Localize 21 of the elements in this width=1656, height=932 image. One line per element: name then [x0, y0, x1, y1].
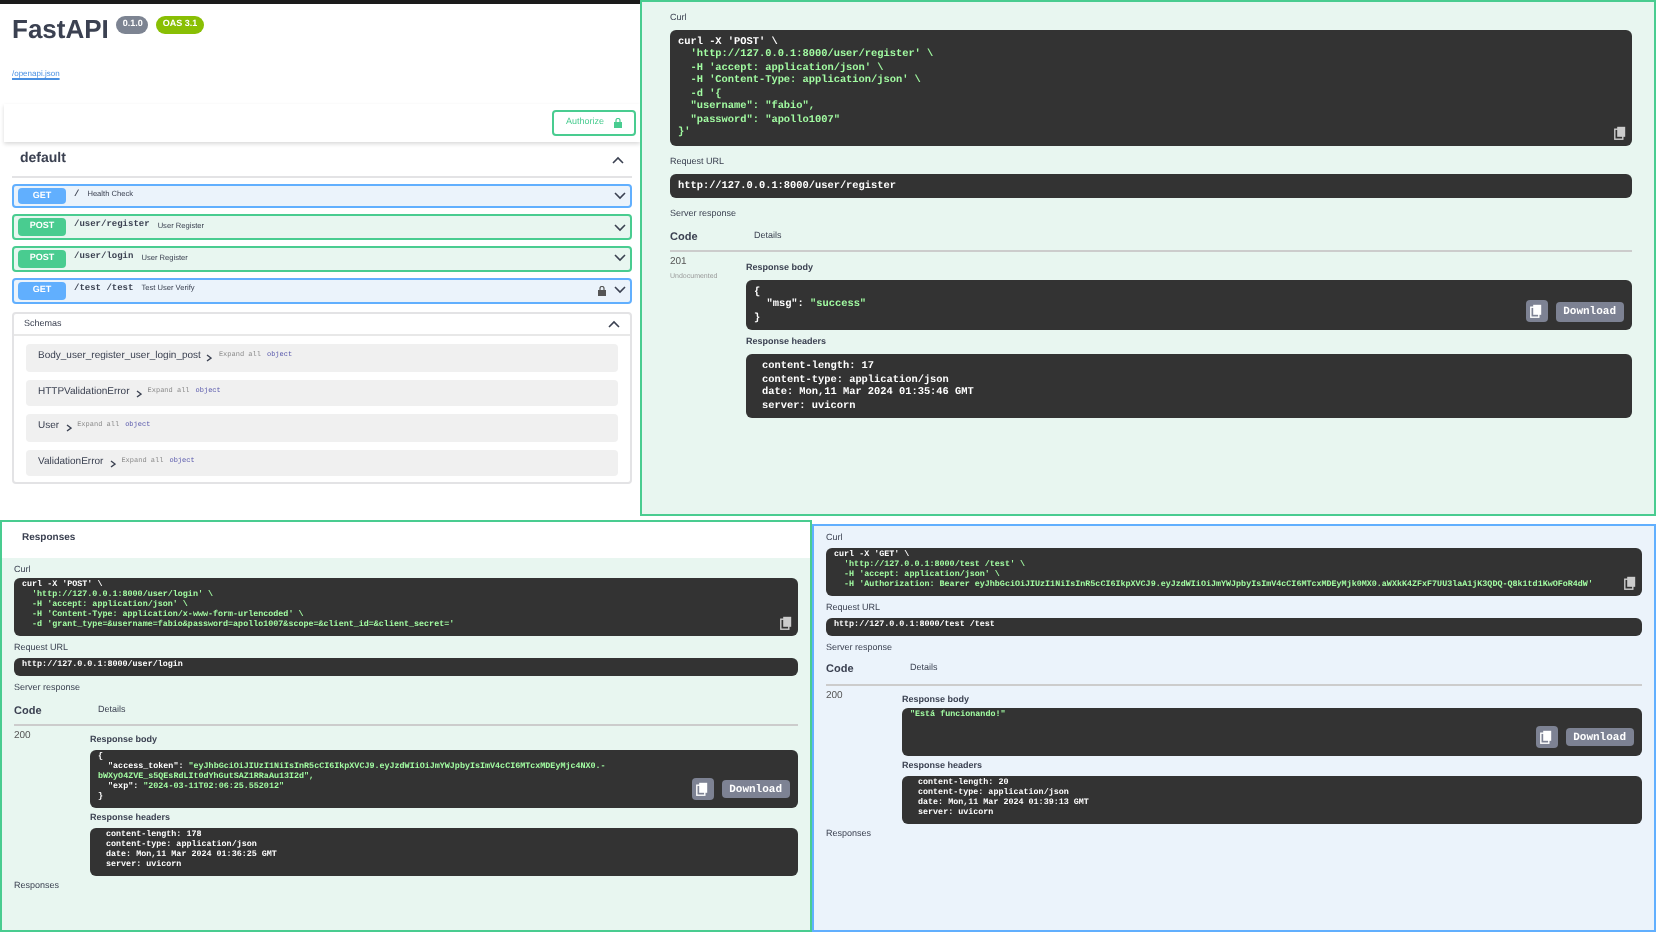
copy-button[interactable]	[1535, 726, 1558, 749]
copy-icon	[696, 781, 709, 796]
copy-icon[interactable]	[1614, 125, 1626, 140]
collapse-icon[interactable]	[608, 319, 620, 328]
expand-icon[interactable]	[614, 223, 626, 232]
expand-icon[interactable]	[614, 254, 626, 263]
collapse-icon[interactable]	[612, 156, 624, 165]
expand-icon[interactable]	[614, 191, 626, 200]
app-title: FastAPI	[12, 16, 109, 45]
chevron-icon	[206, 354, 213, 363]
copy-button[interactable]	[691, 777, 714, 800]
expand-icon[interactable]	[614, 286, 626, 295]
chevron-icon	[135, 389, 142, 398]
copy-icon[interactable]	[780, 616, 792, 631]
copy-icon	[1530, 304, 1543, 319]
chevron-icon	[65, 424, 72, 433]
copy-button[interactable]	[1525, 300, 1548, 323]
copy-icon[interactable]	[1624, 575, 1636, 590]
copy-icon	[1540, 730, 1553, 745]
lock-icon	[614, 118, 622, 129]
chevron-icon	[109, 459, 116, 468]
